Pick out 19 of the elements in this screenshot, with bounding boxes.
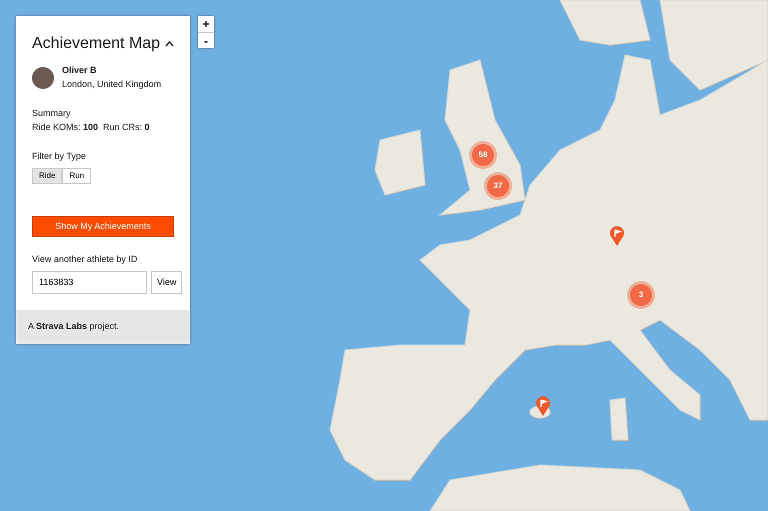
field-label: View another athlete by ID <box>32 253 138 266</box>
zoom-in-button[interactable]: + <box>198 16 214 32</box>
stat-text: Run CRs: 0 <box>103 120 151 134</box>
zoom-out-button[interactable]: - <box>198 32 214 48</box>
view-button[interactable]: View <box>151 270 182 294</box>
panel-title: Achievement Map <box>32 34 160 54</box>
athlete-location: London, United Kingdom <box>62 78 162 91</box>
filter-tab[interactable]: Run <box>62 168 92 184</box>
athlete-id-field[interactable]: 1163833 <box>32 270 147 294</box>
chevron-up-icon[interactable] <box>165 41 174 47</box>
filter-heading: Filter by Type <box>32 150 87 163</box>
flag-pin-icon[interactable] <box>536 396 550 416</box>
stat-text: Ride KOMs: 100 <box>32 120 100 134</box>
summary-heading: Summary <box>32 107 72 120</box>
athlete-name: Oliver B <box>62 64 98 77</box>
filter-tab[interactable]: Ride <box>32 168 62 184</box>
flag-pin-icon[interactable] <box>610 226 624 246</box>
avatar <box>32 66 54 88</box>
footer-text: A Strava Labs project. <box>28 321 120 331</box>
